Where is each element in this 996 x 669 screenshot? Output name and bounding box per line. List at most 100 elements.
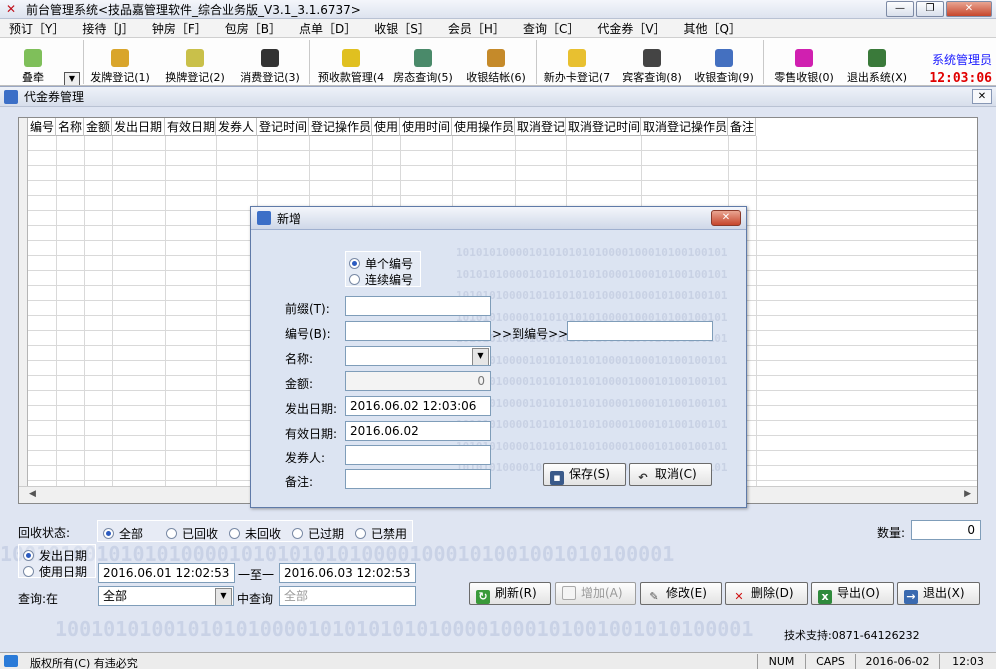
minimize-button[interactable]: — [886, 1, 914, 17]
undo-arrow-icon: ↶ [638, 471, 648, 484]
date-issue-radio[interactable]: 发出日期 [23, 547, 87, 564]
query-input[interactable]: 全部 [279, 586, 416, 606]
issuer-field[interactable] [345, 445, 491, 465]
delete-button[interactable]: ✕ 删除(D) [725, 582, 808, 605]
export-excel-icon: x [818, 590, 832, 604]
exit-door-icon: → [904, 590, 918, 604]
toolbar-new-card-button[interactable]: 新办卡登记(7 [541, 38, 613, 85]
col-issue-date[interactable]: 发出日期 [112, 118, 165, 136]
single-number-radio[interactable]: 单个编号 [349, 255, 413, 272]
query-scope-select[interactable]: 全部 [98, 586, 234, 606]
voucher-window-close-button[interactable]: ✕ [972, 89, 992, 104]
caps-lock-indicator: CAPS [805, 654, 855, 669]
menu-member[interactable]: 会员［H］ [439, 20, 514, 37]
export-button[interactable]: x 导出(O) [811, 582, 894, 605]
amount-field[interactable]: 0 [345, 371, 491, 391]
menu-booking[interactable]: 预订［Y］ [0, 20, 73, 37]
tech-support-text: 技术支持:0871-64126232 [784, 629, 920, 642]
card-swap-icon [186, 49, 204, 67]
voucher-management-window: 代金券管理 ✕ 10010100101010100001010101010100… [0, 86, 996, 652]
toolbar-room-status-button[interactable]: 房态查询(5) [388, 38, 458, 85]
toolbar-consume-button[interactable]: 消费登记(3) [236, 38, 304, 85]
menu-private-room[interactable]: 包房［B］ [216, 20, 290, 37]
toolbar-dropdown-arrow[interactable]: ▼ [64, 72, 80, 85]
window-titlebar: ✕ 前台管理系统<技品嘉管理软件_综合业务版_V3.1_3.1.6737> — … [0, 0, 996, 19]
money-bag-icon [487, 49, 505, 67]
name-select[interactable] [345, 346, 491, 366]
exit-button[interactable]: → 退出(X) [897, 582, 980, 605]
dialog-background-pattern: 1010101000010101010101000010001010010010… [456, 246, 728, 474]
scroll-left-arrow-icon[interactable]: ◀ [29, 489, 36, 499]
menu-reception[interactable]: 接待［J］ [73, 20, 143, 37]
date-from-field[interactable]: 2016.06.01 12:02:53 [98, 563, 235, 583]
valid-date-field[interactable]: 2016.06.02 [345, 421, 491, 441]
recycle-disabled-radio[interactable]: 已禁用 [355, 525, 407, 542]
toolbar-checkout-button[interactable]: 收银结帐(6) [462, 38, 530, 85]
col-register-operator[interactable]: 登记操作员 [309, 118, 372, 136]
col-cancel-register-time[interactable]: 取消登记时间 [566, 118, 641, 136]
menu-clock-room[interactable]: 钟房［F］ [143, 20, 216, 37]
col-register-time[interactable]: 登记时间 [257, 118, 309, 136]
col-remark[interactable]: 备注 [728, 118, 756, 136]
col-number[interactable]: 编号 [28, 118, 56, 136]
col-used[interactable]: 使用 [372, 118, 400, 136]
col-name[interactable]: 名称 [56, 118, 84, 136]
refresh-button[interactable]: ↻ 刷新(R) [469, 582, 551, 605]
dialog-titlebar: 新增 ✕ [251, 207, 746, 230]
name-label: 名称: [285, 352, 314, 366]
menu-order[interactable]: 点单［D］ [290, 20, 365, 37]
toolbar-prepay-button[interactable]: 预收款管理(4 [314, 38, 388, 85]
toolbar-issue-card-button[interactable]: 发牌登记(1) [86, 38, 154, 85]
continuous-number-radio[interactable]: 连续编号 [349, 271, 413, 288]
menu-cashier[interactable]: 收银［S］ [365, 20, 439, 37]
recycle-expired-radio[interactable]: 已过期 [292, 525, 344, 542]
radio-on-icon [103, 528, 114, 539]
recycle-not-recovered-radio[interactable]: 未回收 [229, 525, 281, 542]
number-to-field[interactable] [567, 321, 713, 341]
recycle-status-label: 回收状态: [18, 526, 71, 540]
menu-query[interactable]: 查询［C］ [514, 20, 588, 37]
count-field: 0 [911, 520, 981, 540]
menu-other[interactable]: 其他［Q］ [675, 20, 750, 37]
status-date: 2016-06-02 [855, 654, 939, 669]
col-use-operator[interactable]: 使用操作员 [452, 118, 515, 136]
add-button[interactable]: 增加(A) [555, 582, 636, 605]
number-from-field[interactable] [345, 321, 491, 341]
recycle-recovered-radio[interactable]: 已回收 [166, 525, 218, 542]
menu-bar: 预订［Y］ 接待［J］ 钟房［F］ 包房［B］ 点单［D］ 收银［S］ 会员［H… [0, 19, 996, 38]
toolbar-stack-button[interactable]: 叠牵 [0, 38, 66, 85]
app-logo-icon: ✕ [5, 2, 17, 16]
prefix-field[interactable] [345, 296, 491, 316]
radio-off-icon [355, 528, 366, 539]
dialog-close-button[interactable]: ✕ [711, 210, 741, 226]
toolbar-retail-button[interactable]: 零售收银(0) [768, 38, 840, 85]
query-label: 查询:在 [18, 592, 59, 606]
recycle-all-radio[interactable]: 全部 [103, 525, 143, 542]
mid-query-label: 中查询 [237, 592, 274, 606]
col-cancel-register-operator[interactable]: 取消登记操作员 [641, 118, 728, 136]
date-use-radio[interactable]: 使用日期 [23, 563, 87, 580]
dialog-cancel-button[interactable]: ↶ 取消(C) [629, 463, 712, 486]
col-use-time[interactable]: 使用时间 [400, 118, 452, 136]
toolbar: 叠牵 ▼ 发牌登记(1) 换牌登记(2) 消费登记(3) 预收款管理(4 房态查… [0, 38, 996, 86]
date-to-field[interactable]: 2016.06.03 12:02:53 [279, 563, 416, 583]
toolbar-guest-query-button[interactable]: 宾客查询(8) [614, 38, 690, 85]
menu-voucher[interactable]: 代金券［V］ [588, 20, 674, 37]
voucher-window-title: 代金券管理 [24, 90, 85, 104]
dialog-save-button[interactable]: ▪ 保存(S) [543, 463, 626, 486]
issue-date-label: 发出日期: [285, 402, 338, 416]
remark-field[interactable] [345, 469, 491, 489]
edit-button[interactable]: ✎ 修改(E) [640, 582, 722, 605]
maximize-button[interactable]: ❐ [916, 1, 944, 17]
toolbar-cashier-query-button[interactable]: 收银查询(9) [690, 38, 758, 85]
col-valid-date[interactable]: 有效日期 [165, 118, 216, 136]
scroll-right-arrow-icon[interactable]: ▶ [964, 489, 971, 499]
close-button[interactable]: ✕ [946, 1, 992, 17]
col-issuer[interactable]: 发券人 [216, 118, 257, 136]
radio-off-icon [349, 274, 360, 285]
col-amount[interactable]: 金额 [84, 118, 112, 136]
toolbar-change-card-button[interactable]: 换牌登记(2) [160, 38, 230, 85]
issue-date-field[interactable]: 2016.06.02 12:03:06 [345, 396, 491, 416]
col-cancel-register[interactable]: 取消登记 [515, 118, 566, 136]
toolbar-exit-system-button[interactable]: 退出系统(X) [842, 38, 912, 85]
